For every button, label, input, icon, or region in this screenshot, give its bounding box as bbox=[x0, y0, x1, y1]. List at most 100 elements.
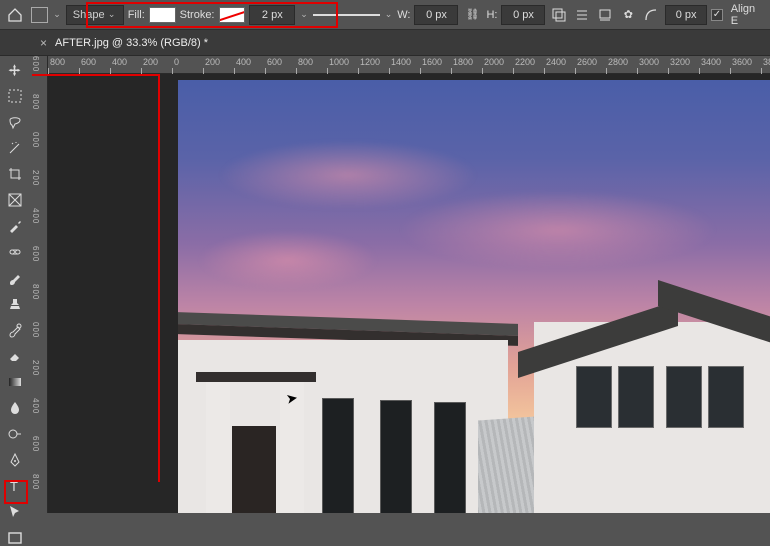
stroke-label: Stroke: bbox=[180, 9, 215, 21]
ruler-tick: 600 bbox=[31, 246, 40, 262]
tools-panel: T bbox=[0, 56, 30, 513]
healing-brush-tool[interactable] bbox=[4, 244, 26, 260]
ruler-tick: 0 bbox=[172, 56, 173, 74]
clone-stamp-tool[interactable] bbox=[4, 296, 26, 312]
ruler-tick: 800 bbox=[31, 94, 40, 110]
radius-field[interactable]: 0 px bbox=[665, 5, 707, 25]
eraser-tool[interactable] bbox=[4, 348, 26, 364]
align-edges-checkbox[interactable]: ✓ bbox=[711, 9, 723, 21]
ruler-tick: 3400 bbox=[699, 56, 700, 74]
ruler-tick: 2200 bbox=[513, 56, 514, 74]
path-selection-tool[interactable] bbox=[4, 504, 26, 520]
width-label: W: bbox=[397, 9, 410, 21]
window bbox=[380, 400, 412, 513]
link-icon[interactable]: ⛓ bbox=[462, 5, 482, 25]
ruler-tick: 000 bbox=[31, 132, 40, 148]
height-field[interactable]: 0 px bbox=[501, 5, 545, 25]
ruler-tick: 400 bbox=[234, 56, 235, 74]
corner-radius-icon bbox=[642, 5, 661, 25]
align-edges-label: Align E bbox=[731, 3, 764, 27]
pen-tool[interactable] bbox=[4, 452, 26, 468]
ruler-tick: 2800 bbox=[606, 56, 607, 74]
svg-text:T: T bbox=[10, 479, 18, 494]
dodge-tool[interactable] bbox=[4, 426, 26, 442]
document-tab-title[interactable]: AFTER.jpg @ 33.3% (RGB/8) * bbox=[55, 37, 208, 49]
width-field[interactable]: 0 px bbox=[414, 5, 458, 25]
ruler-tick: 2600 bbox=[575, 56, 576, 74]
ruler-tick: 3200 bbox=[668, 56, 669, 74]
align-icon[interactable] bbox=[573, 5, 592, 25]
ruler-tick: 3000 bbox=[637, 56, 638, 74]
brush-tool[interactable] bbox=[4, 270, 26, 286]
gear-icon[interactable]: ✿ bbox=[619, 5, 638, 25]
ruler-tick: 400 bbox=[31, 398, 40, 414]
rectangle-tool[interactable] bbox=[4, 530, 26, 546]
vertical-ruler: 600800000200400600800000200400600800 bbox=[30, 56, 48, 513]
window bbox=[434, 402, 466, 513]
ruler-tick: 800 bbox=[31, 474, 40, 490]
document-image: ➤ bbox=[178, 80, 770, 513]
home-button[interactable] bbox=[4, 4, 27, 26]
window bbox=[576, 366, 612, 428]
ruler-tick: 600 bbox=[31, 436, 40, 452]
tool-preset-swatch[interactable] bbox=[31, 7, 48, 23]
arrange-icon[interactable] bbox=[596, 5, 615, 25]
ruler-tick: 200 bbox=[141, 56, 142, 74]
dimensions-group: W: 0 px ⛓ H: 0 px bbox=[397, 5, 545, 25]
ruler-tick: 200 bbox=[31, 360, 40, 376]
ruler-tick: 1200 bbox=[358, 56, 359, 74]
path-operations-icon[interactable] bbox=[549, 5, 568, 25]
ruler-tick: 400 bbox=[110, 56, 111, 74]
ruler-tick: 1800 bbox=[451, 56, 452, 74]
ruler-tick: 3600 bbox=[730, 56, 731, 74]
magic-wand-tool[interactable] bbox=[4, 140, 26, 156]
gradient-tool[interactable] bbox=[4, 374, 26, 390]
pillar bbox=[206, 374, 230, 513]
ruler-tick: 2400 bbox=[544, 56, 545, 74]
window bbox=[618, 366, 654, 428]
crop-tool[interactable] bbox=[4, 166, 26, 182]
cursor-icon: ➤ bbox=[285, 389, 300, 408]
type-tool[interactable]: T bbox=[4, 478, 26, 494]
ruler-tick: 200 bbox=[203, 56, 204, 74]
cloud bbox=[198, 230, 378, 290]
ruler-tick: 800 bbox=[31, 284, 40, 300]
ruler-tick: 800 bbox=[296, 56, 297, 74]
ruler-tick: 2000 bbox=[482, 56, 483, 74]
stroke-style-dropdown[interactable]: ⌄ bbox=[384, 9, 394, 20]
lasso-tool[interactable] bbox=[4, 114, 26, 130]
move-tool[interactable] bbox=[4, 62, 26, 78]
front-door bbox=[232, 426, 276, 513]
horizontal-ruler: 8006004002000200400600800100012001400160… bbox=[48, 56, 770, 74]
tab-close-button[interactable]: × bbox=[40, 36, 47, 50]
document-tab-bar: × AFTER.jpg @ 33.3% (RGB/8) * bbox=[0, 30, 770, 56]
ruler-tick: 600 bbox=[31, 56, 40, 72]
fascia bbox=[196, 372, 316, 382]
blur-tool[interactable] bbox=[4, 400, 26, 416]
ruler-tick: 200 bbox=[31, 170, 40, 186]
ruler-tick: 600 bbox=[79, 56, 80, 74]
window bbox=[708, 366, 744, 428]
shape-mode-dropdown[interactable]: Shape ⌄ bbox=[66, 5, 124, 25]
stroke-style-preview[interactable] bbox=[313, 14, 380, 24]
tool-preset-dropdown[interactable]: ⌄ bbox=[52, 9, 62, 20]
chevron-down-icon: ⌄ bbox=[107, 9, 117, 20]
canvas-area[interactable]: ➤ bbox=[48, 74, 770, 513]
ruler-tick: 600 bbox=[265, 56, 266, 74]
frame-tool[interactable] bbox=[4, 192, 26, 208]
stroke-width-dropdown[interactable]: ⌄ bbox=[299, 9, 309, 20]
stroke-swatch[interactable] bbox=[219, 7, 246, 23]
ruler-tick: 000 bbox=[31, 322, 40, 338]
height-label: H: bbox=[486, 9, 497, 21]
shape-mode-label: Shape bbox=[73, 9, 105, 21]
ruler-tick: 3800 bbox=[761, 56, 762, 74]
eyedropper-tool[interactable] bbox=[4, 218, 26, 234]
ruler-tick: 1000 bbox=[327, 56, 328, 74]
cloud bbox=[398, 190, 718, 270]
fill-swatch[interactable] bbox=[149, 7, 176, 23]
history-brush-tool[interactable] bbox=[4, 322, 26, 338]
stroke-width-field[interactable]: 2 px bbox=[249, 5, 295, 25]
home-icon bbox=[7, 7, 23, 23]
options-bar: ⌄ Shape ⌄ Fill: Stroke: 2 px ⌄ ⌄ W: 0 px… bbox=[0, 0, 770, 30]
marquee-tool[interactable] bbox=[4, 88, 26, 104]
